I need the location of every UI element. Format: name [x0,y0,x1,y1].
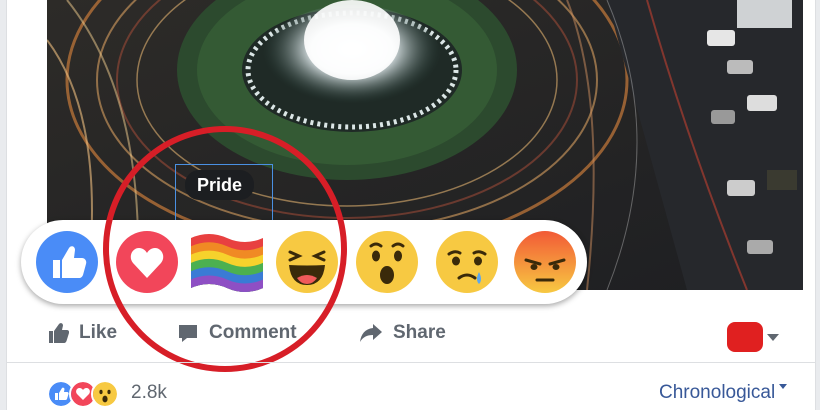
comment-button[interactable]: Comment [177,318,297,348]
reaction-count[interactable]: 2.8k [131,382,167,404]
reaction-summary-row: 2.8k Chronological [7,372,815,410]
wow-reaction-button[interactable] [355,230,419,294]
pride-reaction-button[interactable] [185,224,267,300]
rainbow-flag-icon [191,234,263,292]
profile-avatar [727,322,763,352]
angry-face-icon [514,231,576,293]
profile-selector[interactable] [727,320,779,354]
share-label: Share [393,322,446,343]
thumbs-up-icon [49,323,69,343]
surprised-face-icon [356,231,418,293]
like-thumb-icon [36,231,98,293]
post-card: Pride Like Comment Share 2.8k Chronologi… [6,0,816,410]
like-button[interactable]: Like [47,318,117,348]
love-reaction-button[interactable] [115,230,179,294]
sort-label: Chronological [659,382,776,403]
haha-reaction-button[interactable] [275,230,339,294]
reaction-tooltip: Pride [185,170,255,200]
mini-wow-icon [91,380,119,408]
like-reaction-button[interactable] [35,230,99,294]
comment-sort-dropdown[interactable]: Chronological [659,382,788,404]
share-button[interactable]: Share [359,318,446,348]
comment-bubble-icon [179,325,197,342]
crying-face-icon [436,231,498,293]
sad-reaction-button[interactable] [435,230,499,294]
like-label: Like [79,322,118,343]
reaction-summary-icons[interactable] [47,380,119,408]
chevron-down-icon [767,333,779,341]
angry-reaction-button[interactable] [513,230,577,294]
post-action-row: Like Comment Share [7,304,815,363]
laughing-face-icon [276,231,338,293]
reaction-bar [21,220,587,304]
sort-caret-icon [779,384,788,390]
comment-label: Comment [209,322,297,343]
heart-icon [116,231,178,293]
share-arrow-icon [360,324,382,342]
